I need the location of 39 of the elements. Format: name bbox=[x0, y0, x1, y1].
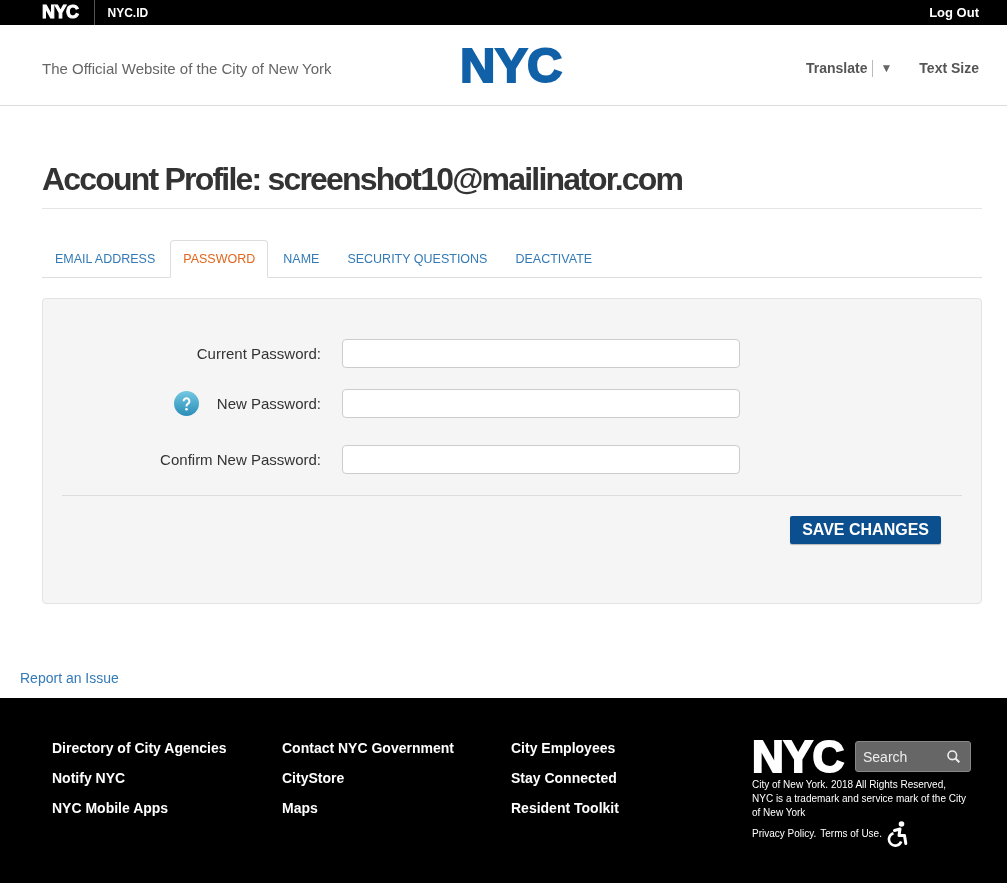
copyright-text: City of New York. 2018 All Rights Reserved, NYC is a trademark and service mark of the City of New York bbox=[752, 777, 967, 820]
search-icon[interactable] bbox=[947, 750, 960, 763]
password-field[interactable] bbox=[342, 445, 740, 474]
app-name-link[interactable]: NYC.ID bbox=[107, 3, 149, 22]
footer-link[interactable]: Resident Toolkit bbox=[511, 798, 619, 818]
field-label: New Password: bbox=[216, 394, 321, 413]
footer-logo[interactable]: NYC bbox=[752, 741, 844, 773]
site-logo[interactable]: NYC bbox=[42, 6, 79, 19]
tab[interactable]: NAME bbox=[270, 240, 333, 278]
report-issue-link[interactable]: Report an Issue bbox=[20, 668, 119, 688]
log-out-link[interactable]: Log Out bbox=[929, 2, 979, 23]
site-logo[interactable]: NYC bbox=[460, 48, 562, 84]
footer-legal-link[interactable]: Terms of Use. bbox=[820, 826, 882, 841]
search-field[interactable]: Search bbox=[855, 741, 971, 772]
help-icon[interactable] bbox=[173, 391, 199, 416]
translate-link[interactable]: Translate bbox=[805, 60, 868, 77]
footer-link[interactable]: NYC Mobile Apps bbox=[52, 798, 169, 818]
footer-link[interactable]: Notify NYC bbox=[52, 768, 126, 788]
wheelchair-icon[interactable] bbox=[885, 820, 909, 847]
field-label: Confirm New Password: bbox=[160, 450, 321, 469]
tab[interactable]: SECURITY QUESTIONS bbox=[334, 240, 501, 278]
footer-link[interactable]: City Employees bbox=[511, 738, 616, 758]
page-title: Account Profile: screenshot10@mailinator.com bbox=[42, 161, 683, 197]
password-field[interactable] bbox=[342, 339, 740, 368]
language-dropdown-caret[interactable]: ▼ bbox=[880, 60, 893, 77]
save-changes-button[interactable]: SAVE CHANGES bbox=[790, 516, 941, 544]
footer-link[interactable]: Directory of City Agencies bbox=[52, 738, 227, 758]
password-field[interactable] bbox=[342, 389, 740, 418]
site-tagline: The Official Website of the City of New York bbox=[42, 60, 332, 78]
tab[interactable]: EMAIL ADDRESS bbox=[42, 240, 169, 278]
tab[interactable]: PASSWORD bbox=[170, 240, 269, 278]
text-size-link[interactable]: Text Size bbox=[919, 60, 979, 77]
field-label: Current Password: bbox=[196, 344, 321, 363]
footer-link[interactable]: Stay Connected bbox=[511, 768, 617, 788]
footer-link[interactable]: Maps bbox=[282, 798, 318, 818]
tab[interactable]: DEACTIVATE bbox=[502, 240, 606, 278]
footer-link[interactable]: Contact NYC Government bbox=[282, 738, 454, 758]
footer-legal-link[interactable]: Privacy Policy. bbox=[752, 826, 817, 841]
footer-link[interactable]: CityStore bbox=[282, 768, 345, 788]
